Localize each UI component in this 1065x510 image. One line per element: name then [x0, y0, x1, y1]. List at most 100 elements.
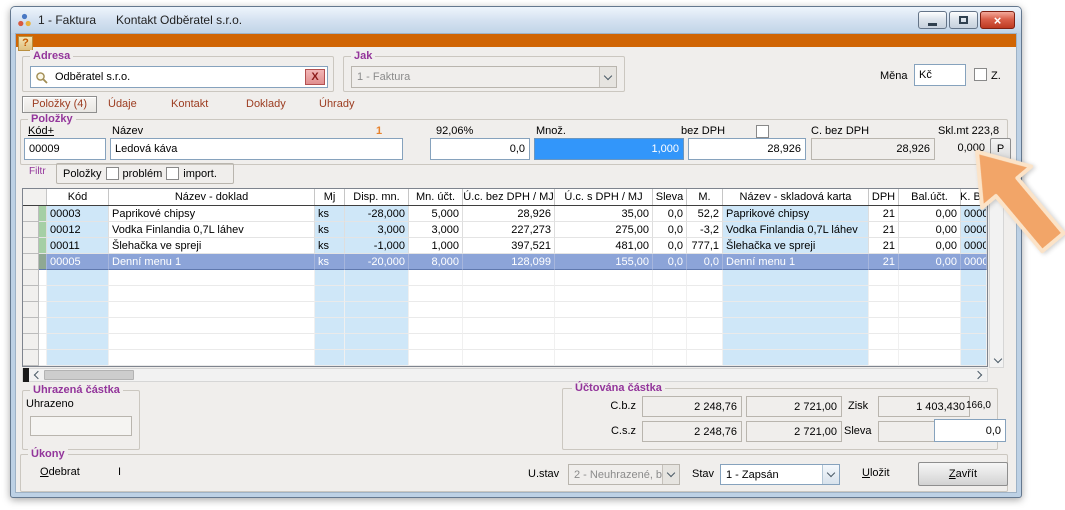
discount-pct-input[interactable]: 0,0 [934, 419, 1006, 442]
table-cell[interactable]: -20,000 [345, 254, 409, 270]
table-cell[interactable]: 21 [869, 222, 899, 238]
table-cell[interactable]: ks [315, 254, 345, 270]
table-cell[interactable]: 3,000 [345, 222, 409, 238]
tab-1[interactable]: Položky (4) [22, 96, 97, 113]
currency-input[interactable]: Kč [914, 64, 966, 86]
splitter-handle[interactable] [23, 368, 29, 382]
table-cell[interactable]: 0,0 [687, 254, 723, 270]
column-header[interactable]: M. [687, 189, 723, 205]
column-header[interactable]: Sleva [653, 189, 687, 205]
tab-4[interactable]: Doklady [246, 98, 286, 110]
table-cell[interactable]: 0,00 [899, 238, 961, 254]
table-cell[interactable]: 227,273 [463, 222, 555, 238]
table-cell[interactable]: 00005 [47, 254, 109, 270]
address-input[interactable]: Odběratel s.r.o. X [30, 66, 328, 88]
table-cell[interactable]: Vodka Finlandia 0,7L láhev [109, 222, 315, 238]
doc-type-dropdown-button[interactable] [599, 67, 616, 87]
column-header[interactable]: Mj [315, 189, 345, 205]
table-cell[interactable]: Denní menu 1 [723, 254, 869, 270]
scroll-up-button[interactable] [990, 190, 1005, 202]
table-cell[interactable]: 35,00 [555, 206, 653, 222]
table-cell[interactable]: 00011 [47, 238, 109, 254]
table-cell[interactable]: 21 [869, 238, 899, 254]
z-checkbox[interactable] [974, 68, 987, 81]
import-checkbox[interactable] [166, 167, 179, 180]
table-cell[interactable]: 28,926 [463, 206, 555, 222]
column-header[interactable]: Mn. účt. [409, 189, 463, 205]
horizontal-scrollbar[interactable] [22, 368, 988, 382]
table-cell[interactable]: 275,00 [555, 222, 653, 238]
table-cell[interactable]: -28,000 [345, 206, 409, 222]
table-cell[interactable]: 0,00 [899, 254, 961, 270]
column-header[interactable]: Disp. mn. [345, 189, 409, 205]
column-header[interactable]: DPH [869, 189, 899, 205]
price-checkbox[interactable] [756, 125, 769, 138]
table-cell[interactable]: 00012 [47, 222, 109, 238]
help-button[interactable]: ? [18, 36, 33, 51]
column-header[interactable]: K. Ba [961, 189, 987, 205]
table-cell[interactable]: 0000 [961, 238, 987, 254]
remove-button[interactable]: Odebrat [40, 466, 80, 478]
table-cell[interactable]: Denní menu 1 [109, 254, 315, 270]
table-cell[interactable]: 0,0 [653, 206, 687, 222]
table-row[interactable]: 00011Šlehačka ve sprejiks-1,0001,000397,… [23, 238, 987, 254]
table-cell[interactable]: Paprikové chipsy [723, 206, 869, 222]
table-cell[interactable]: 3,000 [409, 222, 463, 238]
price-input[interactable]: 28,926 [688, 138, 806, 160]
minimize-button[interactable] [918, 11, 947, 29]
table-row[interactable]: 00012Vodka Finlandia 0,7L láhevks3,0003,… [23, 222, 987, 238]
table-cell[interactable]: 0,00 [899, 222, 961, 238]
problem-checkbox[interactable] [106, 167, 119, 180]
table-cell[interactable]: 0,00 [899, 206, 961, 222]
maximize-button[interactable] [949, 11, 978, 29]
amount-small-input[interactable]: 0,0 [430, 138, 530, 160]
table-cell[interactable]: 777,1 [687, 238, 723, 254]
tab-2[interactable]: Údaje [108, 98, 137, 110]
column-header[interactable]: Ú.c. s DPH / MJ [555, 189, 653, 205]
table-cell[interactable]: 00003 [47, 206, 109, 222]
table-cell[interactable]: 8,000 [409, 254, 463, 270]
table-cell[interactable]: ks [315, 222, 345, 238]
name-input[interactable]: Ledová káva [110, 138, 403, 160]
column-header[interactable]: Název - skladová karta [723, 189, 869, 205]
state-dropdown-button[interactable] [822, 465, 839, 484]
table-cell[interactable]: 0,0 [653, 238, 687, 254]
save-button[interactable]: Uložit [862, 467, 890, 479]
table-cell[interactable]: ks [315, 206, 345, 222]
table-cell[interactable]: 5,000 [409, 206, 463, 222]
table-cell[interactable]: -3,2 [687, 222, 723, 238]
close-button[interactable]: × [980, 11, 1015, 29]
table-cell[interactable]: Šlehačka ve spreji [109, 238, 315, 254]
table-cell[interactable]: 21 [869, 206, 899, 222]
table-cell[interactable]: 52,2 [687, 206, 723, 222]
table-cell[interactable]: 397,521 [463, 238, 555, 254]
vertical-scrollbar[interactable] [989, 188, 1004, 368]
table-cell[interactable]: 21 [869, 254, 899, 270]
column-header[interactable]: Název - doklad [109, 189, 315, 205]
horizontal-scroll-thumb[interactable] [44, 370, 134, 380]
table-cell[interactable]: -1,000 [345, 238, 409, 254]
scroll-right-button[interactable] [972, 369, 987, 381]
table-cell[interactable]: Vodka Finlandia 0,7L láhev [723, 222, 869, 238]
scroll-left-button[interactable] [29, 369, 44, 381]
table-cell[interactable]: 1,000 [409, 238, 463, 254]
doc-type-select[interactable]: 1 - Faktura [351, 66, 617, 88]
pay-state-dropdown-button[interactable] [662, 465, 679, 484]
tab-5[interactable]: Úhrady [319, 98, 354, 110]
table-row[interactable]: 00005Denní menu 1ks-20,0008,000128,09915… [23, 254, 987, 270]
column-header[interactable]: Bal.účt. [899, 189, 961, 205]
table-cell[interactable]: 0,0 [653, 222, 687, 238]
column-header[interactable]: Kód [47, 189, 109, 205]
tab-3[interactable]: Kontakt [171, 98, 208, 110]
table-cell[interactable]: 481,00 [555, 238, 653, 254]
table-cell[interactable]: Šlehačka ve spreji [723, 238, 869, 254]
qty-input[interactable]: 1,000 [534, 138, 684, 160]
column-header[interactable]: Ú.c. bez DPH / MJ [463, 189, 555, 205]
p-button[interactable]: P [990, 138, 1011, 160]
clear-address-button[interactable]: X [305, 69, 325, 85]
table-cell[interactable]: 0000 [961, 206, 987, 222]
table-cell[interactable]: 155,00 [555, 254, 653, 270]
pay-state-select[interactable]: 2 - Neuhrazené, be: [568, 464, 680, 485]
table-cell[interactable]: Paprikové chipsy [109, 206, 315, 222]
titlebar[interactable]: 1 - Faktura Kontakt Odběratel s.r.o. × [11, 7, 1021, 33]
